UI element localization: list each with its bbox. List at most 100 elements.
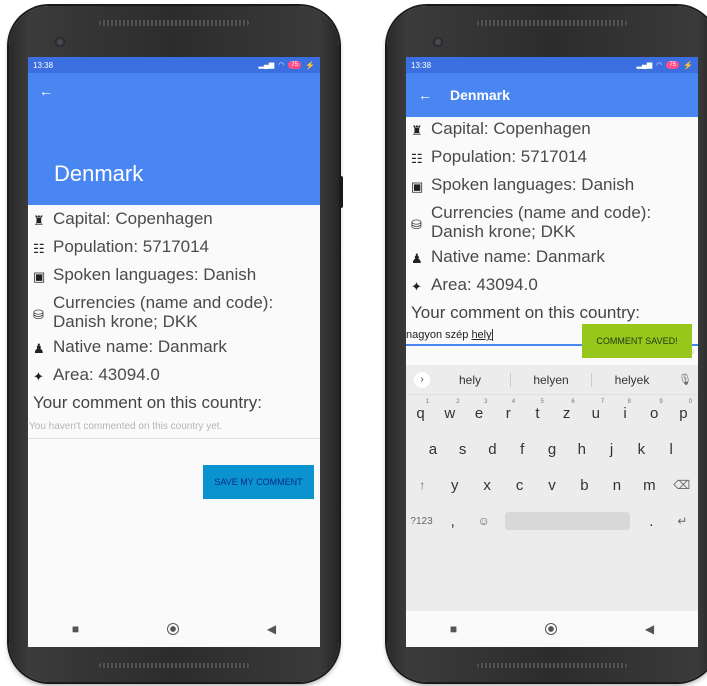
area-row: ✦ Area: 43094.0 — [411, 275, 694, 297]
expand-suggestions-icon[interactable]: › — [414, 371, 430, 388]
coins-icon: ⛁ — [411, 217, 422, 232]
area-text: Area: 43094.0 — [53, 365, 160, 384]
key-i[interactable]: i8 — [610, 399, 639, 422]
native-name-text: Native name: Danmark — [53, 337, 227, 356]
suggestion-strip: › hely helyen helyek 🎙 — [406, 365, 698, 395]
front-camera — [55, 37, 65, 47]
key-g[interactable]: g — [537, 441, 567, 458]
key-t[interactable]: t5 — [523, 399, 552, 422]
key-u[interactable]: u7 — [581, 399, 610, 422]
comment-label: Your comment on this country: — [33, 393, 262, 412]
key-m[interactable]: m — [633, 477, 665, 494]
key-label: p — [679, 404, 688, 422]
key-e[interactable]: e3 — [464, 399, 493, 422]
country-details: ♜ Capital: Copenhagen ☷ Population: 5717… — [406, 117, 698, 356]
typed-word: hely — [471, 329, 492, 341]
key-label: e — [474, 404, 484, 422]
key-j[interactable]: j — [597, 441, 627, 458]
key-comma[interactable]: , — [437, 513, 468, 530]
currencies-row: ⛁ Currencies (name and code): Danish kro… — [33, 293, 316, 331]
key-d[interactable]: d — [478, 441, 508, 458]
keyboard-row-3: ↑ y x c v b n m ⌫ — [406, 467, 698, 503]
key-o[interactable]: o9 — [640, 399, 669, 422]
key-z[interactable]: z6 — [552, 399, 581, 422]
key-a[interactable]: a — [418, 441, 448, 458]
text-cursor — [491, 329, 493, 342]
typed-text: nagyon szép — [406, 329, 472, 341]
speaker-grille — [99, 20, 249, 26]
key-number: 6 — [571, 398, 575, 405]
key-w[interactable]: w2 — [435, 399, 464, 422]
home-icon[interactable] — [166, 623, 179, 635]
key-p[interactable]: p0 — [669, 399, 698, 422]
people-icon: ☷ — [33, 241, 45, 256]
key-h[interactable]: h — [567, 441, 597, 458]
symbols-key[interactable]: ?123 — [406, 516, 437, 527]
key-number: 1 — [425, 398, 430, 405]
back-nav-icon[interactable]: ◀ — [267, 622, 276, 636]
map-icon: ✦ — [411, 279, 422, 294]
key-label: t — [535, 404, 540, 422]
map-icon: ✦ — [33, 369, 44, 384]
comment-input[interactable]: You haven't commented on this country ye… — [28, 421, 320, 439]
backspace-icon[interactable]: ⌫ — [666, 478, 698, 492]
nav-bar: ■ ◀ — [406, 611, 698, 647]
key-c[interactable]: c — [503, 477, 535, 494]
tower-icon: ♜ — [33, 213, 45, 228]
wifi-icon: ◠ — [278, 62, 285, 69]
space-key[interactable] — [505, 512, 630, 530]
suggestion-1[interactable]: hely — [430, 373, 510, 387]
capital-text: Capital: Copenhagen — [53, 209, 213, 228]
key-n[interactable]: n — [601, 477, 633, 494]
phone-frame-right: 13:38 ▂▄▆ ◠ 75 ⚡ ← Denmark ♜ Capital: Co… — [387, 6, 707, 682]
recents-icon[interactable]: ■ — [72, 622, 79, 636]
keyboard-row-2: a s d f g h j k l — [406, 431, 698, 467]
currencies-text: Currencies (name and code): Danish krone… — [53, 293, 274, 331]
speaker-grille — [477, 20, 627, 26]
key-number: 7 — [600, 398, 605, 405]
suggestion-3[interactable]: helyek — [592, 373, 672, 387]
comment-saved-button[interactable]: COMMENT SAVED! — [582, 324, 692, 358]
languages-row: ▣ Spoken languages: Danish — [411, 175, 694, 197]
power-button — [339, 176, 343, 208]
native-name-row: ♟ Native name: Danmark — [411, 247, 694, 269]
key-f[interactable]: f — [507, 441, 537, 458]
screen-details: 13:38 ▂▄▆ ◠ 75 ⚡ ← Denmark ♜ Capital: Co… — [28, 57, 320, 647]
signal-icon: ▂▄▆ — [636, 62, 653, 69]
back-arrow-icon[interactable]: ← — [418, 87, 432, 103]
key-label: z — [562, 404, 571, 422]
population-text: Population: 5717014 — [53, 237, 209, 256]
speech-icon: ▣ — [33, 269, 46, 284]
key-label: u — [591, 404, 600, 422]
home-icon[interactable] — [544, 623, 557, 635]
status-bar: 13:38 ▂▄▆ ◠ 75 ⚡ — [406, 57, 698, 73]
suggestion-2[interactable]: helyen — [511, 373, 591, 387]
save-comment-button[interactable]: SAVE MY COMMENT — [203, 465, 314, 499]
key-x[interactable]: x — [471, 477, 503, 494]
key-l[interactable]: l — [656, 441, 686, 458]
key-s[interactable]: s — [448, 441, 478, 458]
battery-icon: 75 — [288, 61, 302, 69]
emoji-icon[interactable]: ☺ — [468, 514, 499, 528]
back-nav-icon[interactable]: ◀ — [645, 622, 654, 636]
microphone-icon[interactable]: 🎙 — [672, 373, 698, 386]
charging-icon: ⚡ — [683, 60, 693, 70]
enter-icon[interactable]: ↵ — [667, 514, 698, 528]
status-time: 13:38 — [33, 60, 54, 70]
people-icon: ☷ — [411, 151, 423, 166]
key-period[interactable]: . — [636, 513, 667, 530]
key-v[interactable]: v — [536, 477, 568, 494]
shift-icon[interactable]: ↑ — [406, 478, 438, 492]
native-name-text: Native name: Danmark — [431, 247, 605, 266]
key-q[interactable]: q1 — [406, 399, 435, 422]
back-arrow-icon[interactable]: ← — [39, 83, 53, 99]
area-text: Area: 43094.0 — [431, 275, 538, 294]
app-bar: ← Denmark — [28, 73, 320, 205]
key-y[interactable]: y — [438, 477, 470, 494]
key-b[interactable]: b — [568, 477, 600, 494]
key-k[interactable]: k — [626, 441, 656, 458]
speaker-grille-bottom — [477, 663, 627, 668]
key-r[interactable]: r4 — [494, 399, 523, 422]
recents-icon[interactable]: ■ — [450, 622, 457, 636]
languages-text: Spoken languages: Danish — [431, 175, 635, 194]
